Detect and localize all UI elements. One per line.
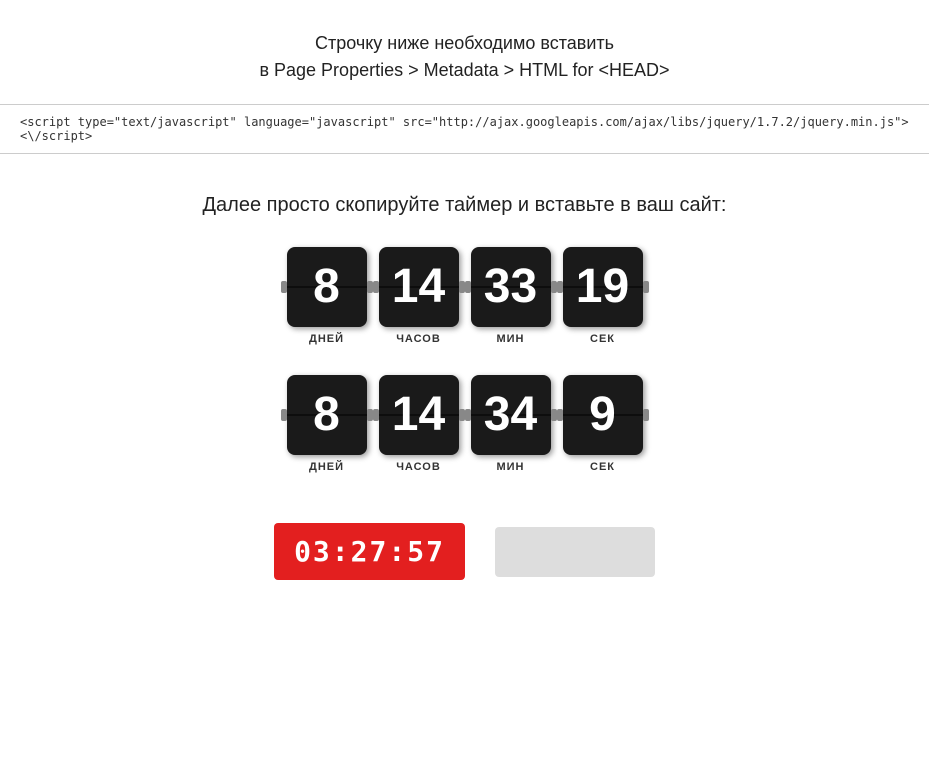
- flip-number-hours-1: 14: [392, 263, 445, 311]
- timer2-hours: 14 ЧАСОВ: [379, 375, 459, 473]
- flip-label-minutes-2: МИН: [496, 461, 524, 473]
- timers-section: 8 ДНЕЙ 14 ЧАСОВ 33 МИН 19 СЕК: [0, 247, 929, 473]
- flip-card-hours-1: 14: [379, 247, 459, 327]
- timer1-minutes: 33 МИН: [471, 247, 551, 345]
- instruction-line1: Строчку ниже необходимо вставить: [20, 30, 909, 57]
- flip-number-days-1: 8: [313, 263, 340, 311]
- clock-display: 03:27:57: [274, 523, 465, 580]
- flip-card-hours-2: 14: [379, 375, 459, 455]
- flip-card-minutes-2: 34: [471, 375, 551, 455]
- right-notch: [643, 409, 649, 421]
- flip-card-minutes-1: 33: [471, 247, 551, 327]
- timer-row-1: 8 ДНЕЙ 14 ЧАСОВ 33 МИН 19 СЕК: [287, 247, 643, 345]
- code-text: <script type="text/javascript" language=…: [20, 115, 909, 143]
- flip-number-hours-2: 14: [392, 391, 445, 439]
- timer-row-2: 8 ДНЕЙ 14 ЧАСОВ 34 МИН 9 СЕК: [287, 375, 643, 473]
- timer1-seconds: 19 СЕК: [563, 247, 643, 345]
- flip-label-hours-1: ЧАСОВ: [396, 333, 441, 345]
- timer2-days: 8 ДНЕЙ: [287, 375, 367, 473]
- flip-label-days-2: ДНЕЙ: [309, 461, 344, 473]
- flip-label-minutes-1: МИН: [496, 333, 524, 345]
- flip-card-seconds-2: 9: [563, 375, 643, 455]
- timer1-hours: 14 ЧАСОВ: [379, 247, 459, 345]
- bottom-section: 03:27:57: [0, 523, 929, 580]
- flip-label-seconds-1: СЕК: [590, 333, 615, 345]
- flip-card-days-1: 8: [287, 247, 367, 327]
- flip-number-seconds-2: 9: [589, 391, 616, 439]
- flip-card-seconds-1: 19: [563, 247, 643, 327]
- code-snippet: <script type="text/javascript" language=…: [0, 104, 929, 154]
- grey-placeholder-box: [495, 527, 655, 577]
- flip-number-minutes-1: 33: [484, 263, 537, 311]
- timer2-seconds: 9 СЕК: [563, 375, 643, 473]
- flip-label-days-1: ДНЕЙ: [309, 333, 344, 345]
- top-instruction: Строчку ниже необходимо вставить в Page …: [0, 0, 929, 94]
- flip-number-minutes-2: 34: [484, 391, 537, 439]
- timer1-days: 8 ДНЕЙ: [287, 247, 367, 345]
- flip-card-days-2: 8: [287, 375, 367, 455]
- timer2-minutes: 34 МИН: [471, 375, 551, 473]
- flip-label-seconds-2: СЕК: [590, 461, 615, 473]
- flip-label-hours-2: ЧАСОВ: [396, 461, 441, 473]
- instruction-line2: в Page Properties > Metadata > HTML for …: [20, 57, 909, 84]
- copy-instruction: Далее просто скопируйте таймер и вставьт…: [0, 194, 929, 217]
- flip-number-days-2: 8: [313, 391, 340, 439]
- right-notch: [643, 281, 649, 293]
- flip-number-seconds-1: 19: [576, 263, 629, 311]
